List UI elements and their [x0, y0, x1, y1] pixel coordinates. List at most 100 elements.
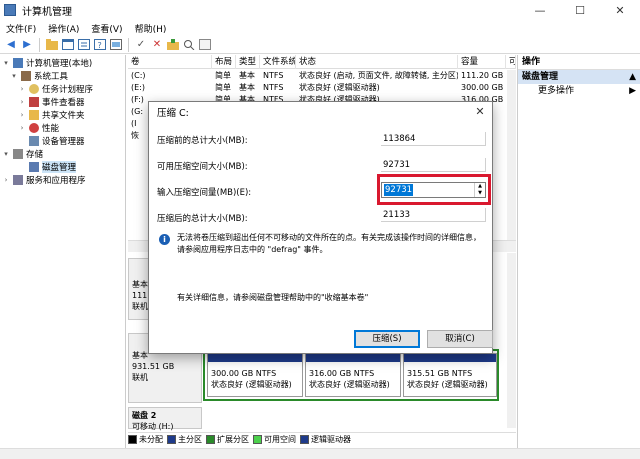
- tree-label: 磁盘管理: [42, 160, 77, 173]
- disk-legend: 未分配 主分区 扩展分区 可用空间 逻辑驱动器: [128, 432, 516, 446]
- partition-size: 315.51 GB NTFS: [407, 369, 473, 378]
- input-label: 输入压缩空间量(MB)(E):: [157, 188, 252, 198]
- legend-swatch-free: [253, 435, 262, 444]
- folder-up-icon[interactable]: [45, 38, 59, 52]
- tree-node-task-scheduler[interactable]: › 任务计划程序: [18, 82, 93, 95]
- status-bar: [0, 448, 640, 459]
- partition-g[interactable]: 315.51 GB NTFS 状态良好 (逻辑驱动器): [403, 353, 497, 397]
- chevron-right-icon[interactable]: ›: [18, 85, 26, 93]
- shrink-button[interactable]: 压缩(S): [354, 330, 420, 348]
- more-actions-item[interactable]: 更多操作 ▶: [518, 84, 640, 98]
- column-type[interactable]: 类型: [236, 55, 260, 69]
- cell-filesystem: NTFS: [263, 83, 284, 92]
- cancel-button[interactable]: 取消(C): [427, 330, 493, 348]
- legend-swatch-unallocated: [128, 435, 137, 444]
- tree-label: 设备管理器: [42, 136, 85, 147]
- computer-management-icon: [13, 57, 23, 68]
- computer-management-icon: [4, 4, 16, 16]
- total-before-value: 113864: [381, 132, 486, 146]
- total-after-label: 压缩后的总计大小(MB):: [157, 214, 248, 224]
- cell-layout: 简单: [215, 83, 231, 92]
- close-button[interactable]: ✕: [600, 0, 640, 20]
- tree-node-device-manager[interactable]: 设备管理器: [18, 134, 85, 147]
- menu-action[interactable]: 操作(A): [42, 22, 85, 35]
- services-icon: [13, 174, 23, 185]
- minimize-button[interactable]: —: [520, 0, 560, 20]
- tree-node-shared-folders[interactable]: › 共享文件夹: [18, 108, 85, 121]
- check-icon[interactable]: ✓: [134, 38, 148, 52]
- column-capacity[interactable]: 容量: [458, 55, 506, 69]
- column-filesystem[interactable]: 文件系统: [260, 55, 296, 69]
- tree-label: 性能: [42, 123, 60, 134]
- tree-label: 计算机管理(本地): [26, 58, 93, 69]
- chevron-down-icon[interactable]: ▾: [2, 59, 10, 67]
- view-icon[interactable]: [109, 38, 123, 52]
- tree-node-system-tools[interactable]: ▾ 系统工具: [10, 69, 68, 82]
- tree-node-event-viewer[interactable]: › 事件查看器: [18, 95, 85, 108]
- menu-bar: 文件(F) 操作(A) 查看(V) 帮助(H): [0, 20, 640, 36]
- chevron-right-icon: ▶: [629, 86, 636, 96]
- toolbar-separator: [128, 37, 129, 52]
- chevron-right-icon[interactable]: ›: [2, 176, 10, 184]
- tree-node-root[interactable]: ▾ 计算机管理(本地): [2, 56, 92, 69]
- legend-item: 可用空间: [253, 434, 296, 445]
- list-vertical-scrollbar[interactable]: [507, 70, 516, 240]
- dialog-title: 压缩 C:: [149, 102, 492, 122]
- maximize-button[interactable]: ☐: [560, 0, 600, 20]
- partition-status: 状态良好 (逻辑驱动器): [309, 380, 390, 389]
- legend-swatch-extended: [206, 435, 215, 444]
- total-before-label: 压缩前的总计大小(MB):: [157, 136, 248, 146]
- chevron-right-icon[interactable]: ›: [18, 111, 26, 119]
- toolbar: ◀ ▶ ? ✓ ✕: [0, 36, 640, 54]
- tree-node-performance[interactable]: › 性能: [18, 121, 59, 134]
- column-volume[interactable]: 卷: [128, 55, 212, 69]
- partition-e[interactable]: 300.00 GB NTFS 状态良好 (逻辑驱动器): [207, 353, 303, 397]
- console-tree-icon[interactable]: [61, 38, 75, 52]
- partition-f[interactable]: 316.00 GB NTFS 状态良好 (逻辑驱动器): [305, 353, 401, 397]
- window-title: 计算机管理: [22, 6, 72, 18]
- disk-2-status: 可移动 (H:): [132, 422, 174, 431]
- menu-file[interactable]: 文件(F): [0, 22, 42, 35]
- table-row[interactable]: (E:) 简单 基本 NTFS 状态良好 (逻辑驱动器) 300.00 GB 2: [128, 82, 516, 94]
- chevron-down-icon[interactable]: ▾: [2, 150, 10, 158]
- disk-2-label[interactable]: 磁盘 2 可移动 (H:): [128, 407, 202, 431]
- clock-icon: [29, 83, 39, 94]
- toolbar-separator: [39, 37, 40, 52]
- cell-filesystem: NTFS: [263, 71, 284, 80]
- chevron-right-icon[interactable]: ›: [18, 98, 26, 106]
- menu-help[interactable]: 帮助(H): [129, 22, 173, 35]
- menu-view[interactable]: 查看(V): [85, 22, 128, 35]
- cell-capacity: 111.20 GB: [461, 71, 504, 80]
- title-bar: 计算机管理 — ☐ ✕: [0, 0, 640, 20]
- tree-label: 事件查看器: [42, 97, 85, 108]
- cell-type: 基本: [239, 71, 255, 80]
- available-label: 可用压缩空间大小(MB):: [157, 162, 248, 172]
- disk-management-icon: [29, 161, 39, 172]
- delete-icon[interactable]: ✕: [150, 38, 164, 52]
- disk-vertical-scrollbar[interactable]: [507, 253, 516, 428]
- close-icon[interactable]: ✕: [472, 104, 488, 120]
- column-free[interactable]: 可: [506, 55, 516, 69]
- search-icon[interactable]: [182, 38, 196, 52]
- table-row[interactable]: (C:) 简单 基本 NTFS 状态良好 (启动, 页面文件, 故障转储, 主分…: [128, 70, 516, 82]
- partition-size: 316.00 GB NTFS: [309, 369, 375, 378]
- highlight-annotation: [377, 174, 491, 205]
- actions-section-disk-management[interactable]: 磁盘管理 ▲: [518, 70, 640, 84]
- tree-node-storage[interactable]: ▾ 存储: [2, 147, 43, 160]
- info-message: 无法将卷压缩到超出任何不可移动的文件所在的点。有关完成该操作时间的详细信息，请参…: [177, 233, 481, 254]
- tree-label: 系统工具: [34, 71, 69, 82]
- folder-icon[interactable]: [166, 38, 180, 52]
- properties-icon[interactable]: [77, 38, 91, 52]
- column-layout[interactable]: 布局: [212, 55, 236, 69]
- chevron-right-icon[interactable]: ›: [18, 124, 26, 132]
- back-icon[interactable]: ◀: [4, 38, 18, 52]
- volume-list-header: 卷 布局 类型 文件系统 状态 容量 可: [128, 55, 516, 69]
- tree-node-services[interactable]: › 服务和应用程序: [2, 173, 86, 186]
- disk-1-size: 931.51 GB: [132, 362, 175, 371]
- chevron-down-icon[interactable]: ▾: [10, 72, 18, 80]
- help-icon[interactable]: ?: [93, 38, 107, 52]
- column-status[interactable]: 状态: [296, 55, 458, 69]
- tree-node-disk-management[interactable]: 磁盘管理: [18, 160, 77, 173]
- settings-icon[interactable]: [198, 38, 212, 52]
- forward-icon[interactable]: ▶: [20, 38, 34, 52]
